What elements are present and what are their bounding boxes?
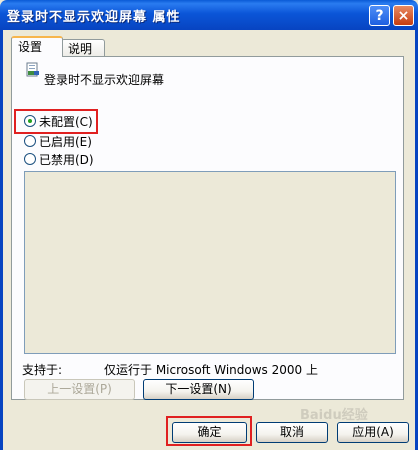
watermark: Baidu经验 [300,408,368,423]
help-button[interactable]: ? [369,5,390,26]
tab-settings[interactable]: 设置 [11,36,63,57]
radio-enabled[interactable]: 已启用(E) [24,133,92,149]
highlight-box [14,109,98,134]
policy-name: 登录时不显示欢迎屏幕 [44,73,165,87]
radio-label: 已启用(E) [39,134,92,149]
comment-box[interactable] [24,171,396,354]
close-button[interactable]: × [393,5,414,26]
tab-explain[interactable]: 说明 [61,39,105,57]
radio-disabled[interactable]: 已禁用(D) [24,151,94,167]
window-title: 登录时不显示欢迎屏幕 属性 [7,10,181,25]
cancel-button[interactable]: 取消 [256,422,328,443]
radio-button[interactable] [24,135,36,147]
ok-button[interactable]: 确定 [172,422,247,443]
policy-icon [26,62,39,77]
next-setting-button[interactable]: 下一设置(N) [143,379,254,400]
radio-label: 已禁用(D) [39,152,94,167]
previous-setting-button[interactable]: 上一设置(P) [24,379,135,400]
supported-on-label: 支持于: [22,363,63,377]
supported-on-value: 仅运行于 Microsoft Windows 2000 上 [104,363,318,377]
apply-button[interactable]: 应用(A) [337,422,409,443]
radio-button[interactable] [24,153,36,165]
title-bar[interactable]: 登录时不显示欢迎屏幕 属性 ? × [0,0,418,30]
